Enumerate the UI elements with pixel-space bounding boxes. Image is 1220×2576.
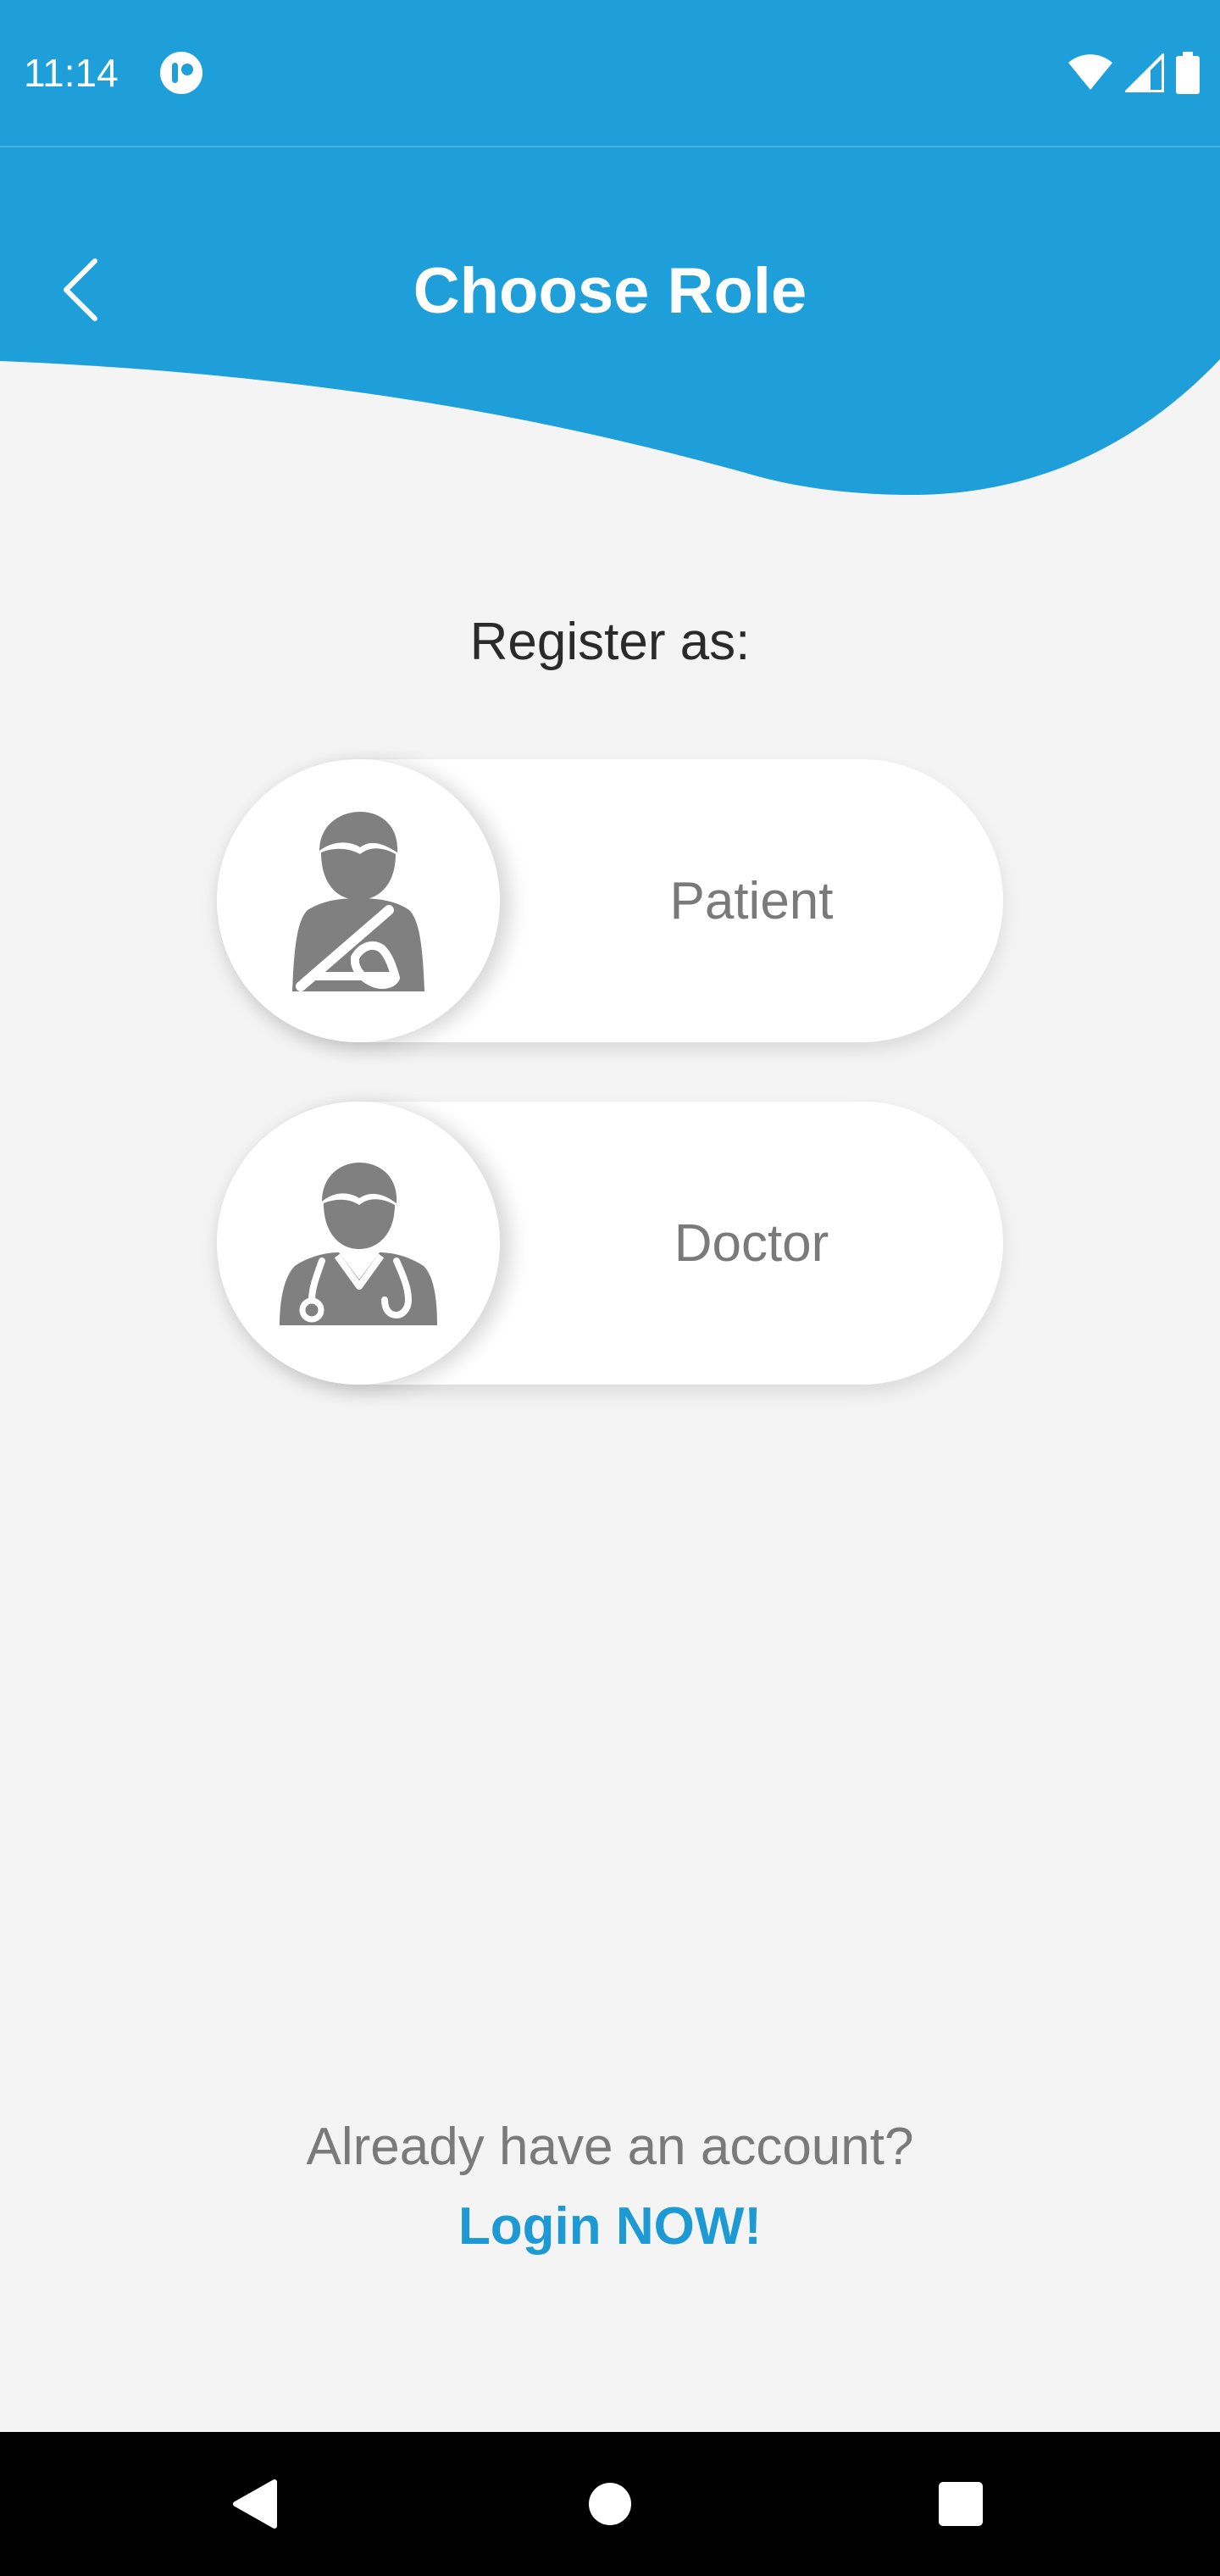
nav-home-button[interactable] [542, 2432, 678, 2576]
wifi-icon [1068, 54, 1112, 90]
battery-icon [1176, 52, 1200, 94]
doctor-role-button[interactable]: Doctor [217, 1102, 1003, 1385]
back-triangle-icon [233, 2479, 277, 2529]
doctor-icon [280, 1163, 437, 1325]
patient-label: Patient [669, 871, 834, 930]
page-title: Choose Role [413, 255, 807, 327]
nav-recents-button[interactable] [893, 2432, 1029, 2576]
recents-square-icon [939, 2482, 983, 2526]
choose-role-screen: 11:14 Choose Role Register as: Patient D… [0, 0, 1220, 2576]
nav-back-button[interactable] [186, 2432, 322, 2576]
android-nav-bar [0, 2432, 1220, 2576]
home-circle-icon [589, 2483, 631, 2525]
status-time: 11:14 [24, 51, 119, 95]
app-notification-icon [160, 52, 202, 94]
doctor-avatar [217, 1102, 500, 1385]
patient-role-button[interactable]: Patient [217, 759, 1003, 1042]
login-now-link[interactable]: Login NOW! [0, 2193, 1220, 2261]
header-divider [0, 146, 1220, 147]
status-icons [1068, 49, 1200, 97]
patient-avatar [217, 759, 500, 1042]
status-bar: 11:14 [0, 0, 1220, 146]
signal-icon [1125, 53, 1164, 92]
patient-icon [292, 812, 424, 991]
already-have-account-text: Already have an account? [306, 2118, 914, 2176]
doctor-label: Doctor [674, 1213, 829, 1273]
register-as-label: Register as: [469, 613, 751, 671]
